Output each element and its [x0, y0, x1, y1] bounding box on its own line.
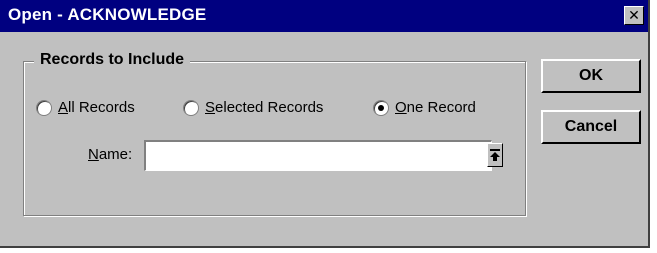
name-input[interactable] [144, 140, 492, 171]
cancel-button[interactable]: Cancel [541, 110, 641, 144]
radio-label-all-records: All Records [58, 99, 135, 116]
dialog-title: Open - ACKNOWLEDGE [8, 5, 207, 24]
open-dialog: Open - ACKNOWLEDGE ✕ Records to Include … [0, 0, 650, 248]
radio-dot-icon [378, 104, 384, 111]
close-icon: ✕ [628, 7, 640, 24]
bar-up-arrow-icon [490, 149, 500, 161]
radio-one-record[interactable]: One Record [373, 99, 476, 116]
radio-all-records[interactable]: All Records [36, 99, 135, 116]
radio-circle-icon [183, 99, 199, 116]
radio-circle-icon [36, 99, 52, 116]
ok-button[interactable]: OK [541, 59, 641, 93]
radio-label-selected-records: Selected Records [205, 99, 324, 116]
close-button[interactable]: ✕ [624, 6, 644, 25]
radio-circle-selected-icon [373, 99, 389, 116]
name-label: Name: [88, 146, 133, 163]
name-dropdown-button[interactable] [487, 143, 503, 167]
radio-selected-records[interactable]: Selected Records [183, 99, 323, 116]
groupbox-label: Records to Include [34, 51, 191, 69]
radio-label-one-record: One Record [395, 99, 476, 116]
records-groupbox [23, 61, 526, 216]
title-bar[interactable]: Open - ACKNOWLEDGE ✕ [0, 0, 648, 32]
